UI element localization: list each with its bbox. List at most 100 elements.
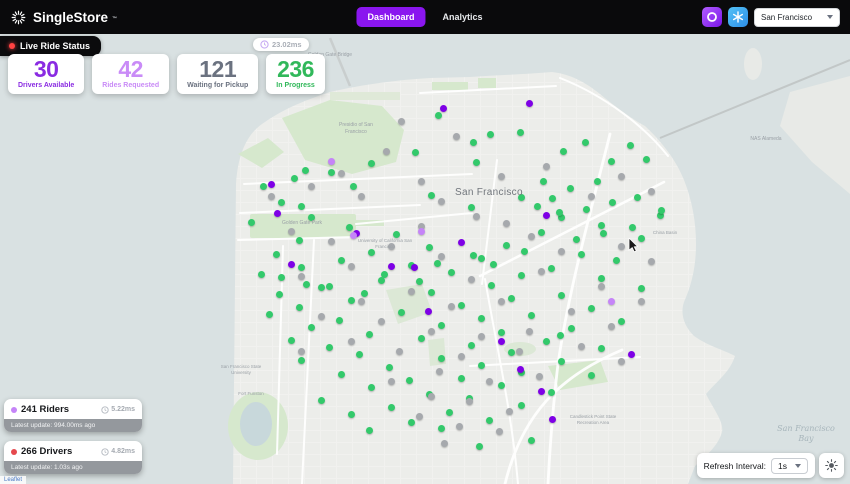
dot-waiting xyxy=(597,282,605,290)
dot-waiting xyxy=(477,332,485,340)
dot-in_progress xyxy=(345,223,353,231)
dot-in_progress xyxy=(347,410,355,418)
snowflake-icon xyxy=(732,11,744,23)
dot-drivers xyxy=(410,263,418,271)
dot-waiting xyxy=(542,162,550,170)
dot-in_progress xyxy=(485,416,493,424)
dot-waiting xyxy=(587,192,595,200)
drivers-count: 266 Drivers xyxy=(21,446,73,457)
dot-in_progress xyxy=(457,374,465,382)
map[interactable]: San Francisco Golden Gate Bridge Presidio … xyxy=(0,34,850,484)
dot-in_progress xyxy=(617,317,625,325)
dot-in_progress xyxy=(533,202,541,210)
dot-in_progress xyxy=(467,341,475,349)
dot-in_progress xyxy=(407,418,415,426)
dot-in_progress xyxy=(547,388,555,396)
dot-in_progress xyxy=(325,282,333,290)
dot-in_progress xyxy=(367,383,375,391)
city-select[interactable]: San Francisco xyxy=(754,7,840,27)
dot-in_progress xyxy=(628,223,636,231)
dot-requested xyxy=(607,297,615,305)
dot-in_progress xyxy=(327,168,335,176)
dot-requested xyxy=(349,231,357,239)
live-status-dot xyxy=(9,43,15,49)
dot-waiting xyxy=(267,192,275,200)
dot-in_progress xyxy=(277,273,285,281)
dot-in_progress xyxy=(633,193,641,201)
theme-toggle-button[interactable] xyxy=(819,453,844,478)
refresh-interval-select[interactable]: 1s xyxy=(771,457,808,474)
dot-waiting xyxy=(457,352,465,360)
clock-icon xyxy=(260,40,269,49)
stat-value: 42 xyxy=(118,56,143,82)
header-right: San Francisco xyxy=(702,7,840,27)
dot-waiting xyxy=(525,327,533,335)
glen-canyon xyxy=(428,338,446,366)
dot-waiting xyxy=(577,342,585,350)
drivers-last-update: Latest update: 1.03s ago xyxy=(4,461,142,474)
refresh-interval-value: 1s xyxy=(778,460,787,471)
dot-waiting xyxy=(307,182,315,190)
dot-drivers xyxy=(273,209,281,217)
dot-in_progress xyxy=(337,256,345,264)
snowflake-button[interactable] xyxy=(728,7,748,27)
refresh-interval-pill: Refresh Interval: 1s xyxy=(696,453,815,478)
dot-in_progress xyxy=(302,280,310,288)
dot-in_progress xyxy=(469,251,477,259)
dot-waiting xyxy=(535,372,543,380)
dot-in_progress xyxy=(527,436,535,444)
dot-waiting xyxy=(297,347,305,355)
dial-icon xyxy=(707,12,717,22)
dot-in_progress xyxy=(517,193,525,201)
dot-in_progress xyxy=(507,294,515,302)
dot-in_progress xyxy=(475,442,483,450)
dot-waiting xyxy=(347,337,355,345)
dot-in_progress xyxy=(427,288,435,296)
dot-in_progress xyxy=(597,221,605,229)
dot-in_progress xyxy=(349,182,357,190)
dot-waiting xyxy=(505,407,513,415)
main-tabs: Dashboard Analytics xyxy=(356,7,493,27)
dot-in_progress xyxy=(259,182,267,190)
dot-in_progress xyxy=(365,330,373,338)
dot-in_progress xyxy=(557,357,565,365)
brand-trademark: ™ xyxy=(112,15,118,22)
dot-in_progress xyxy=(572,235,580,243)
dot-waiting xyxy=(647,257,655,265)
brand: SingleStore ™ xyxy=(10,9,117,26)
dot-in_progress xyxy=(542,337,550,345)
purple-dial-button[interactable] xyxy=(702,7,722,27)
dot-in_progress xyxy=(502,241,510,249)
map-attribution[interactable]: Leaflet xyxy=(0,476,27,484)
drivers-dot xyxy=(11,448,17,455)
dot-waiting xyxy=(617,172,625,180)
dot-waiting xyxy=(617,242,625,250)
stat-drivers-available: 30 Drivers Available xyxy=(8,54,85,95)
dot-in_progress xyxy=(489,260,497,268)
dot-in_progress xyxy=(587,371,595,379)
dot-waiting xyxy=(387,377,395,385)
dot-in_progress xyxy=(517,271,525,279)
riders-count: 241 Riders xyxy=(21,404,70,415)
tab-analytics[interactable]: Analytics xyxy=(431,7,493,27)
dot-in_progress xyxy=(325,343,333,351)
dot-waiting xyxy=(607,322,615,330)
stat-value: 30 xyxy=(33,56,59,82)
singlestore-logo-icon xyxy=(11,10,26,24)
dot-in_progress xyxy=(434,111,442,119)
riders-card: 241 Riders 5.22ms Latest update: 994.00m… xyxy=(4,399,142,432)
dot-in_progress xyxy=(297,263,305,271)
dot-waiting xyxy=(437,252,445,260)
dot-waiting xyxy=(407,287,415,295)
dot-waiting xyxy=(447,302,455,310)
dot-waiting xyxy=(497,297,505,305)
dot-drivers xyxy=(497,337,505,345)
dot-in_progress xyxy=(277,198,285,206)
drivers-card: 266 Drivers 4.82ms Latest update: 1.03s … xyxy=(4,441,142,474)
tab-dashboard[interactable]: Dashboard xyxy=(356,7,426,27)
dot-drivers xyxy=(627,350,635,358)
dot-in_progress xyxy=(497,328,505,336)
sun-icon xyxy=(825,459,838,472)
dot-waiting xyxy=(357,297,365,305)
dot-in_progress xyxy=(497,381,505,389)
